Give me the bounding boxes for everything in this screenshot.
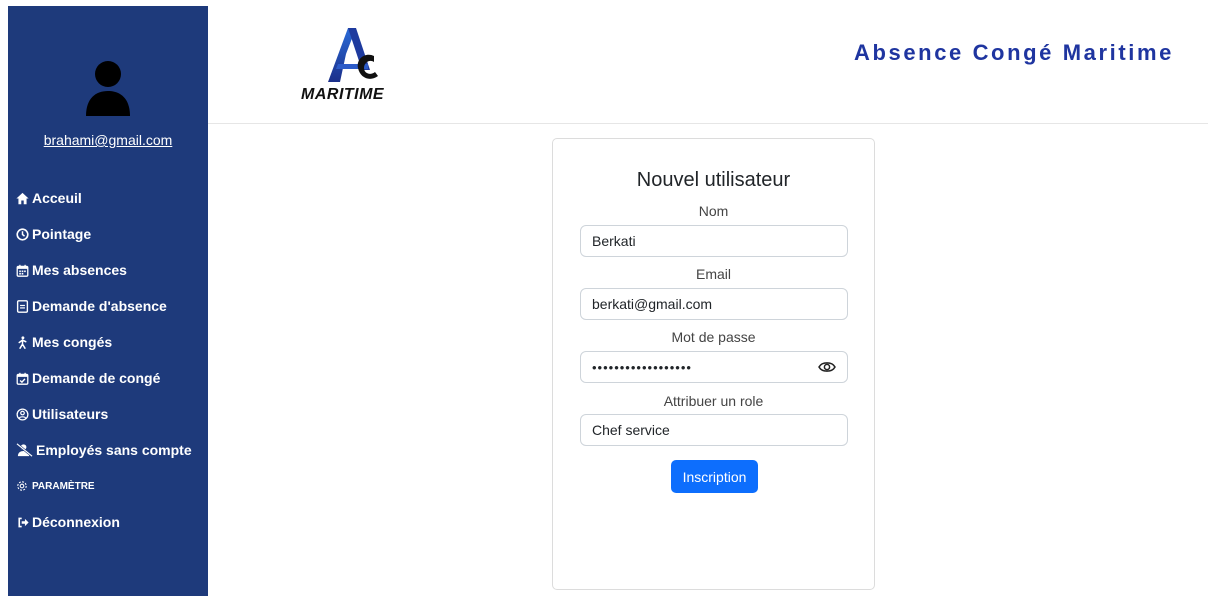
sidebar: brahami@gmail.com Acceuil Pointage Mes a… <box>8 6 208 596</box>
user-email-link[interactable]: brahami@gmail.com <box>8 132 208 148</box>
role-select[interactable]: Chef service <box>580 414 848 446</box>
nom-label: Nom <box>698 203 729 219</box>
person-walking-icon <box>16 335 29 349</box>
sidebar-item-label: Utilisateurs <box>32 406 109 422</box>
header-divider <box>208 123 1208 124</box>
user-slash-icon <box>16 443 33 457</box>
sidebar-item-demande-absence[interactable]: Demande d'absence <box>16 288 192 324</box>
sidebar-item-label: Acceuil <box>32 190 82 206</box>
email-field[interactable] <box>580 288 848 320</box>
home-icon <box>16 192 29 205</box>
calendar-icon <box>16 264 29 277</box>
logout-button[interactable]: Déconnexion <box>16 504 120 540</box>
password-value[interactable]: •••••••••••••••••• <box>592 360 818 375</box>
clock-icon <box>16 227 29 241</box>
avatar-icon <box>86 60 130 116</box>
inscription-button[interactable]: Inscription <box>671 460 758 493</box>
sidebar-item-utilisateurs[interactable]: Utilisateurs <box>16 396 192 432</box>
app-title: Absence Congé Maritime <box>853 40 1174 65</box>
sidebar-item-label: Employés sans compte <box>36 442 192 458</box>
sidebar-item-label: Mes congés <box>32 334 113 350</box>
sidebar-item-label: Pointage <box>32 226 92 242</box>
sidebar-item-mes-absences[interactable]: Mes absences <box>16 252 192 288</box>
form-title: Nouvel utilisateur <box>636 169 791 191</box>
role-label: Attribuer un role <box>663 393 764 409</box>
password-label: Mot de passe <box>671 329 756 345</box>
sidebar-item-label: Demande de congé <box>32 370 161 386</box>
nom-field[interactable] <box>580 225 848 257</box>
sidebar-item-pointage[interactable]: Pointage <box>16 216 192 252</box>
logout-icon <box>16 516 29 529</box>
sidebar-nav: Acceuil Pointage Mes absences Demande d'… <box>16 180 192 468</box>
logo-text: MARITIME <box>301 86 385 103</box>
sidebar-item-employes-sans-compte[interactable]: Employés sans compte <box>16 432 192 468</box>
sidebar-item-label: Demande d'absence <box>32 298 167 314</box>
nom-input[interactable] <box>592 233 836 249</box>
gear-icon <box>16 480 28 492</box>
sidebar-item-mes-conges[interactable]: Mes congés <box>16 324 192 360</box>
sidebar-item-label: Mes absences <box>32 262 127 278</box>
new-user-form-card: Nouvel utilisateur Nom Email Mot de pass… <box>552 138 875 590</box>
role-selected-value: Chef service <box>592 422 670 438</box>
settings-label: PARAMÈTRE <box>32 480 95 492</box>
user-circle-icon <box>16 407 29 421</box>
document-icon <box>16 299 29 313</box>
password-field[interactable]: •••••••••••••••••• <box>580 351 848 383</box>
sidebar-item-demande-conge[interactable]: Demande de congé <box>16 360 192 396</box>
sidebar-item-acceuil[interactable]: Acceuil <box>16 180 192 216</box>
email-input[interactable] <box>592 296 836 312</box>
logout-label: Déconnexion <box>32 514 120 530</box>
calendar-check-icon <box>16 372 29 385</box>
email-label: Email <box>695 266 731 282</box>
eye-icon[interactable] <box>818 360 836 374</box>
settings-section-label[interactable]: PARAMÈTRE <box>16 480 95 492</box>
